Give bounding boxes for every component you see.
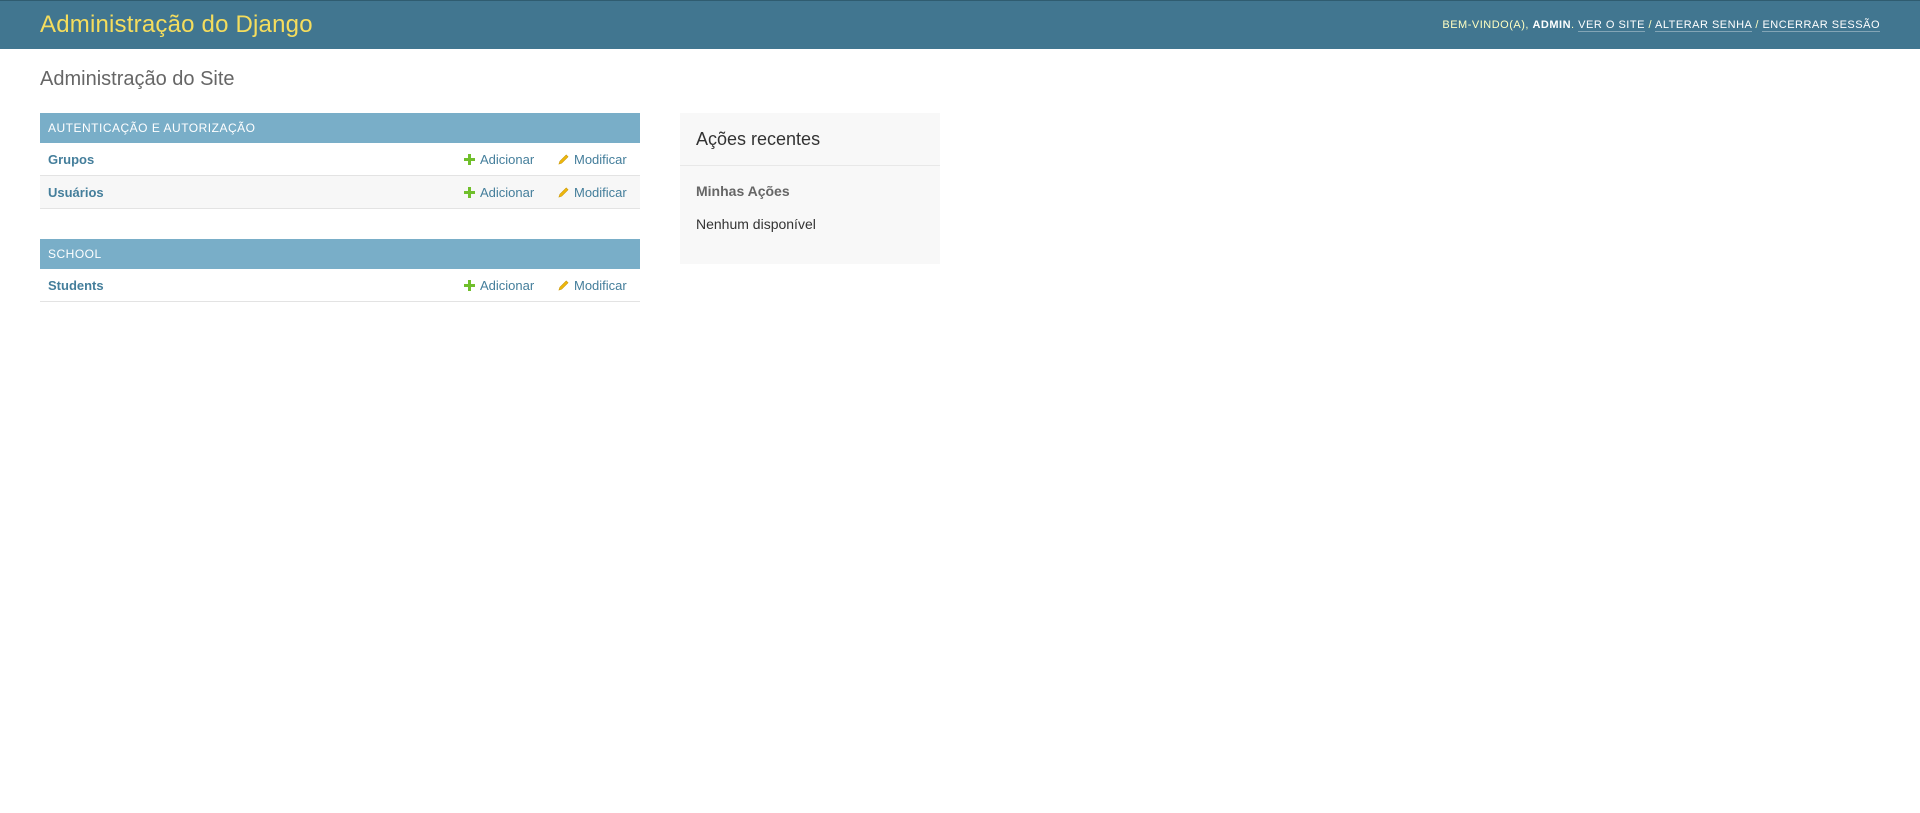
separator: / xyxy=(1648,19,1653,31)
user-tools: Bem-vindo(a), admin. Ver o site / Altera… xyxy=(1442,19,1880,32)
add-usuarios-link[interactable]: Adicionar xyxy=(464,185,558,200)
no-actions-text: Nenhum disponível xyxy=(696,216,816,232)
model-row-usuarios: Usuários Adicionar Modificar xyxy=(40,176,640,209)
separator: / xyxy=(1755,19,1759,31)
pencil-icon xyxy=(558,187,569,198)
model-link-students[interactable]: Students xyxy=(48,278,464,293)
add-grupos-link[interactable]: Adicionar xyxy=(464,152,558,167)
add-label: Adicionar xyxy=(480,277,535,293)
welcome-text: Bem-vindo(a), xyxy=(1442,19,1533,31)
add-label: Adicionar xyxy=(480,151,535,167)
pencil-icon xyxy=(558,280,569,291)
app-module-school: School Students Adicionar Modificar xyxy=(40,239,640,302)
app-module-auth: Autenticação e Autorização Grupos Adicio… xyxy=(40,113,640,209)
site-name-link[interactable]: Administração do Django xyxy=(40,11,313,39)
pencil-icon xyxy=(558,154,569,165)
change-usuarios-link[interactable]: Modificar xyxy=(558,185,632,200)
add-label: Adicionar xyxy=(480,184,535,200)
model-row-grupos: Grupos Adicionar Modificar xyxy=(40,143,640,176)
welcome-period: . xyxy=(1571,19,1575,31)
app-caption-school[interactable]: School xyxy=(40,239,640,269)
model-row-students: Students Adicionar Modificar xyxy=(40,269,640,302)
model-link-usuarios[interactable]: Usuários xyxy=(48,185,464,200)
change-label: Modificar xyxy=(574,184,627,200)
change-password-link[interactable]: Alterar senha xyxy=(1655,19,1752,32)
add-students-link[interactable]: Adicionar xyxy=(464,278,558,293)
recent-actions-title: Ações recentes xyxy=(680,113,940,166)
plus-icon xyxy=(464,279,475,291)
plus-icon xyxy=(464,186,475,198)
plus-icon xyxy=(464,153,475,165)
view-site-link[interactable]: Ver o site xyxy=(1578,19,1645,32)
recent-actions-panel: Ações recentes Minhas Ações Nenhum dispo… xyxy=(680,113,940,264)
change-grupos-link[interactable]: Modificar xyxy=(558,152,632,167)
username: admin xyxy=(1532,19,1572,31)
change-students-link[interactable]: Modificar xyxy=(558,278,632,293)
page-title: Administração do Site xyxy=(40,68,235,90)
my-actions-heading: Minhas Ações xyxy=(696,183,790,199)
change-label: Modificar xyxy=(574,277,627,293)
site-header: Administração do Django Bem-vindo(a), ad… xyxy=(0,0,1920,49)
model-link-grupos[interactable]: Grupos xyxy=(48,152,464,167)
logout-link[interactable]: Encerrar sessão xyxy=(1762,19,1880,32)
app-caption-auth[interactable]: Autenticação e Autorização xyxy=(40,113,640,143)
change-label: Modificar xyxy=(574,151,627,167)
